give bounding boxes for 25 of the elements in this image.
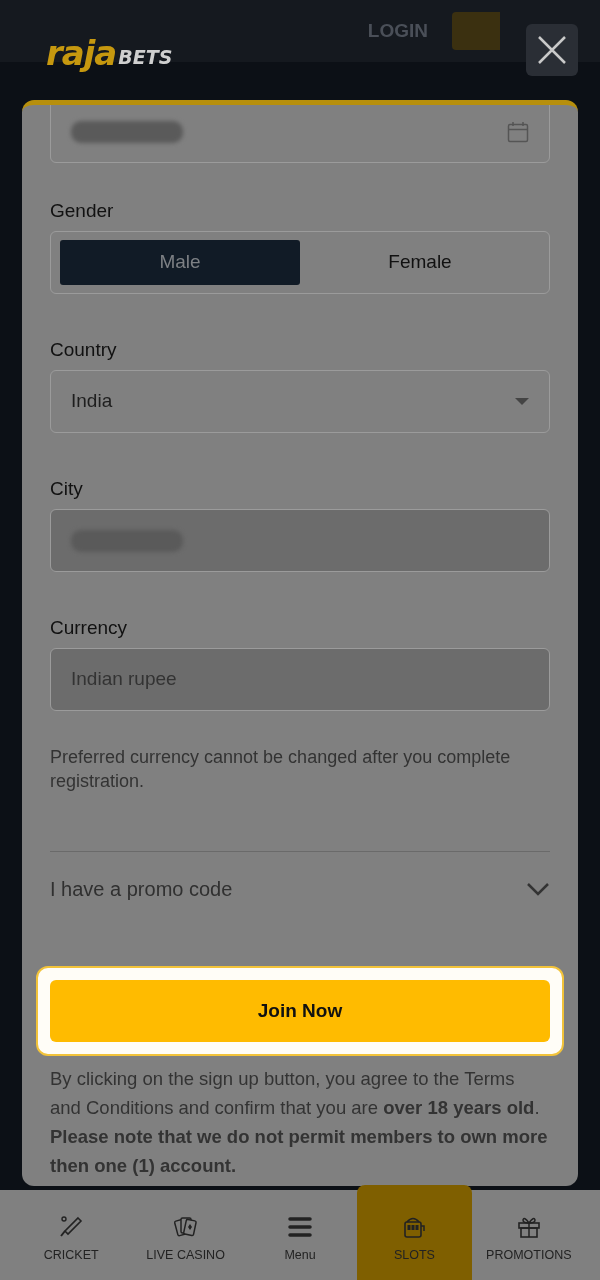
nav-tab[interactable]: LIVE CASINO [128,1190,243,1280]
caret-down-icon [515,397,529,406]
login-link[interactable]: LOGIN [367,16,428,46]
field-label: Country [50,338,118,362]
field-label: City [50,477,84,501]
promo-code-toggle[interactable]: I have a promo code [50,851,550,904]
gender-option[interactable]: Male [60,240,300,285]
field-label: Currency [50,616,129,640]
country-select[interactable]: India [50,370,550,433]
logo-text: raja [46,36,117,70]
nav-tab[interactable]: SLOTS [357,1185,472,1280]
notice-text: Please note that we do not permit members to own more then one (1) account. [50,1125,549,1178]
close-icon [537,35,567,65]
logo-subtext: BETS [118,48,173,67]
nav-tab[interactable]: CRICKET [14,1190,129,1280]
nav-tab[interactable]: PROMOTIONS [471,1190,587,1280]
helper-text: Preferred currency cannot be changed after you complete registration. [50,746,512,793]
field-label: Gender [50,199,115,223]
calendar-icon [507,121,529,143]
nav-tab[interactable]: Menu [242,1190,358,1280]
menu-icon [287,1214,313,1240]
join-now-button[interactable]: Join Now [50,980,550,1042]
gender-option[interactable]: Female [300,240,540,285]
close-button[interactable] [526,24,578,76]
terms-text: By clicking on the sign up button, you agree to the Terms and Conditions and confirm that you are over 18 years old. [50,1067,541,1120]
